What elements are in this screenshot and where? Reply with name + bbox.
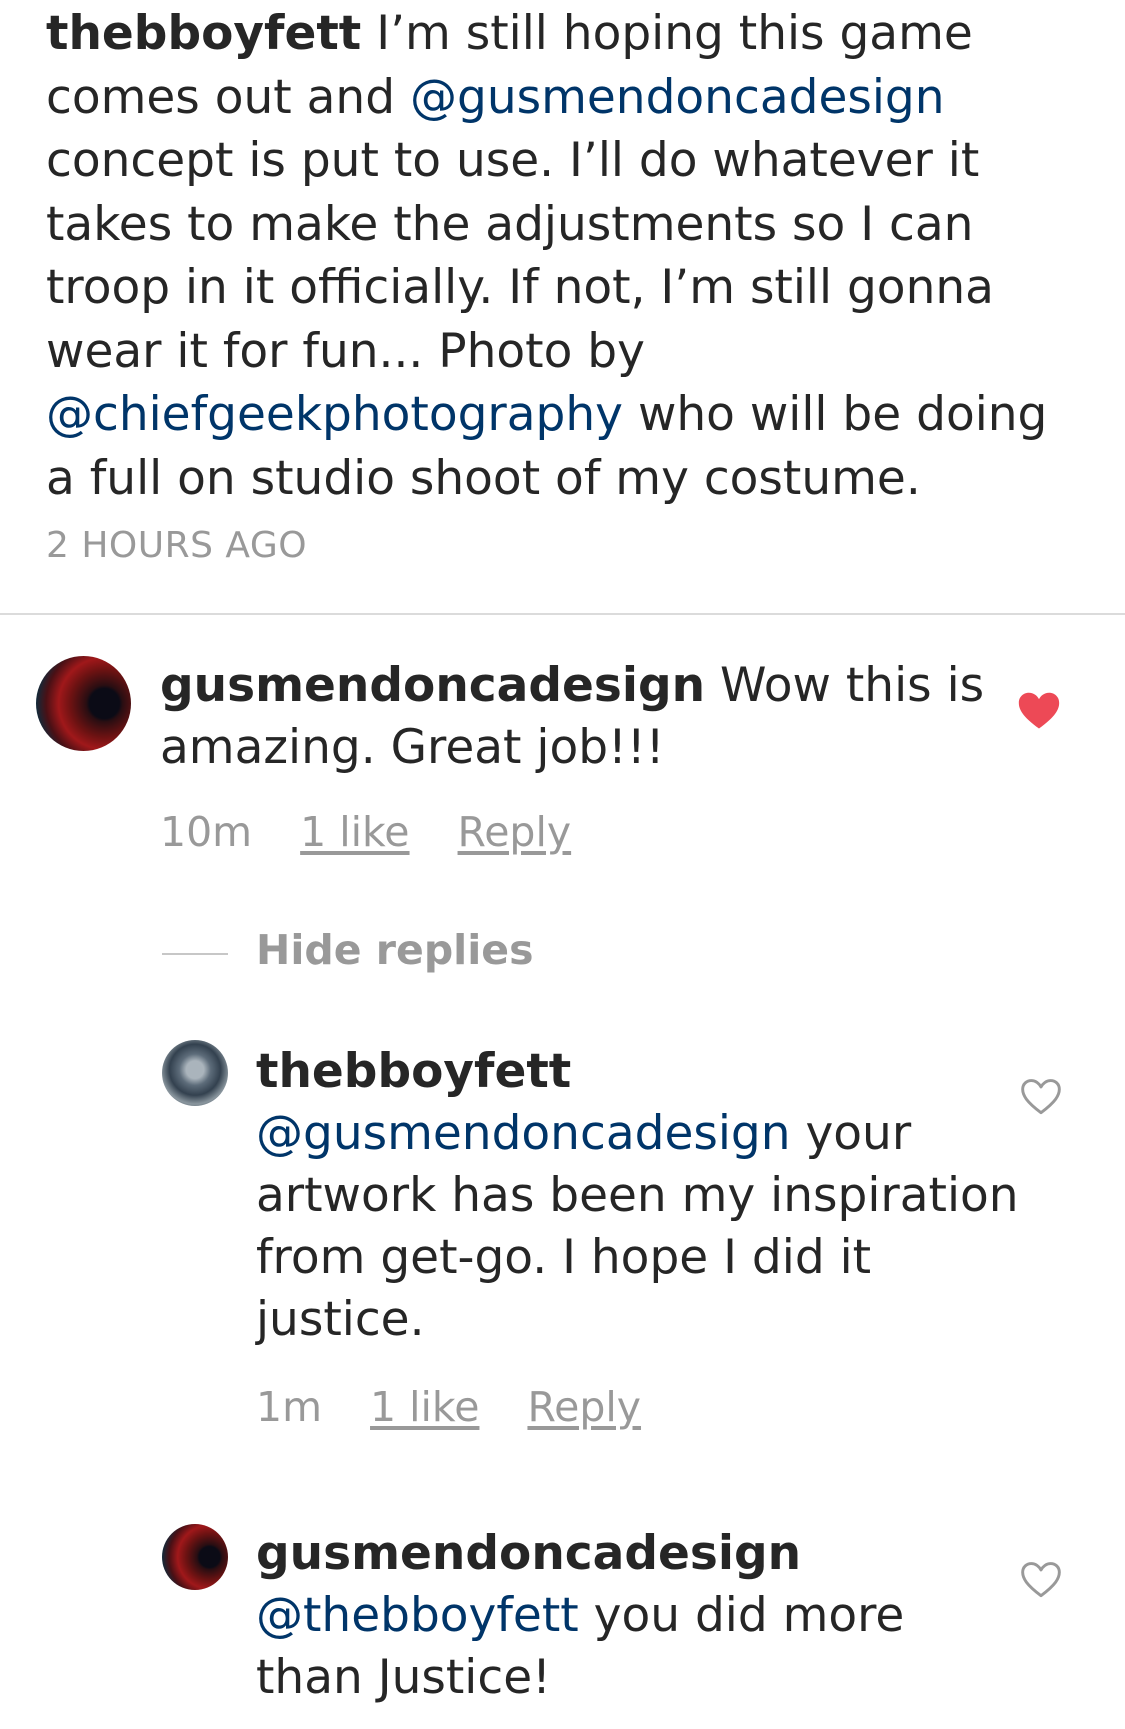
reply-text: thebboyfett @gusmendoncadesign your artw… xyxy=(256,1041,1026,1351)
hide-replies-line xyxy=(162,953,228,955)
heart-outline-icon[interactable] xyxy=(1019,1559,1063,1603)
reply-button[interactable]: Reply xyxy=(527,1383,641,1431)
comment-likes-link[interactable]: 1 like xyxy=(300,808,409,856)
heart-filled-icon[interactable] xyxy=(1017,690,1061,734)
reply-likes-link[interactable]: 1 like xyxy=(370,1383,479,1431)
heart-outline-icon[interactable] xyxy=(1019,1076,1063,1120)
comment-meta: 10m 1 like Reply xyxy=(160,808,619,856)
caption-text: concept is put to use. I’ll do whatever … xyxy=(46,133,994,379)
avatar[interactable] xyxy=(36,656,131,751)
post-caption: thebboyfett I’m still hoping this game c… xyxy=(46,2,1086,510)
caption-username[interactable]: thebboyfett xyxy=(46,6,361,61)
comment-username[interactable]: gusmendoncadesign xyxy=(160,658,705,713)
reply-mention[interactable]: @gusmendoncadesign xyxy=(256,1106,791,1161)
caption-mention[interactable]: @gusmendoncadesign xyxy=(410,70,945,125)
avatar[interactable] xyxy=(162,1040,228,1106)
reply-text: gusmendoncadesign @thebboyfett you did m… xyxy=(256,1523,1026,1709)
avatar[interactable] xyxy=(162,1524,228,1590)
post-timestamp: 2 HOURS AGO xyxy=(46,525,308,566)
reply-username[interactable]: thebboyfett xyxy=(256,1044,571,1099)
comment-text: gusmendoncadesign Wow this is amazing. G… xyxy=(160,655,1020,779)
reply-meta: 1m 1 like Reply xyxy=(256,1383,689,1431)
reply-mention[interactable]: @thebboyfett xyxy=(256,1588,579,1643)
reply-time: 1m xyxy=(256,1383,323,1431)
hide-replies-button[interactable]: Hide replies xyxy=(256,926,534,974)
comment-time: 10m xyxy=(160,808,253,856)
reply-username[interactable]: gusmendoncadesign xyxy=(256,1526,801,1581)
reply-button[interactable]: Reply xyxy=(458,808,572,856)
divider xyxy=(0,613,1125,615)
caption-mention[interactable]: @chiefgeekphotography xyxy=(46,387,623,442)
